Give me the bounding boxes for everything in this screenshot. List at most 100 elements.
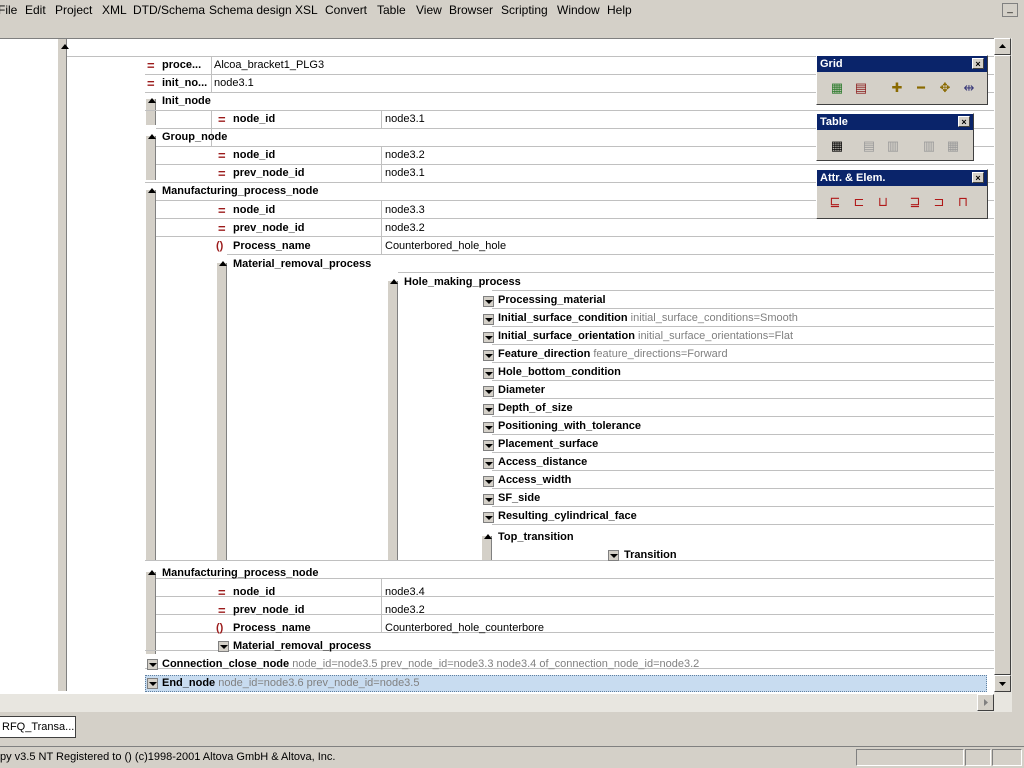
menu-project[interactable]: Project <box>55 3 92 17</box>
element-hmp-child[interactable]: Resulting_cylindrical_face <box>498 510 637 523</box>
element-mpn[interactable]: Manufacturing_process_node <box>162 567 318 580</box>
element-group-node[interactable]: Group_node <box>162 131 227 144</box>
attr-value[interactable]: node3.2 <box>385 149 425 162</box>
menu-xsl[interactable]: XSL <box>295 3 318 17</box>
menu-dtd-schema[interactable]: DTD/Schema <box>133 3 205 17</box>
element-name[interactable]: Process_name <box>233 240 311 253</box>
attr-value[interactable]: node3.1 <box>214 77 254 90</box>
menu-help[interactable]: Help <box>607 3 632 17</box>
attr-value[interactable]: node3.1 <box>385 113 425 126</box>
element-hmp-child[interactable]: SF_side <box>498 492 540 505</box>
tree-bar-mrp1[interactable] <box>216 263 227 560</box>
attr-name[interactable]: proce... <box>162 59 201 72</box>
collapse-icon[interactable] <box>60 42 70 52</box>
element-top-transition[interactable]: Top_transition <box>498 531 574 544</box>
append-attribute-icon[interactable]: ⊒ <box>907 194 923 210</box>
collapse-icon[interactable] <box>147 568 157 578</box>
menu-file[interactable]: File <box>0 3 17 17</box>
toolbar-title[interactable]: Table × <box>817 114 973 130</box>
attr-value[interactable]: node3.1 <box>385 167 425 180</box>
element-hmp-child[interactable]: Feature_direction feature_directions=For… <box>498 348 728 361</box>
element-mrp[interactable]: Material_removal_process <box>233 640 371 653</box>
table-icon[interactable]: ▦ <box>829 138 845 154</box>
collapse-icon[interactable] <box>218 259 228 269</box>
element-name[interactable]: Process_name <box>233 622 311 635</box>
scroll-down-button[interactable] <box>994 675 1011 692</box>
add-child-element-icon[interactable]: ⊔ <box>875 194 891 210</box>
expand-icon[interactable] <box>483 368 494 379</box>
add-icon[interactable]: ✚ <box>889 80 905 96</box>
element-hmp-child[interactable]: Depth_of_size <box>498 402 573 415</box>
minimize-icon[interactable]: _ <box>1002 3 1018 17</box>
remove-icon[interactable]: ━ <box>913 80 929 96</box>
element-init-node[interactable]: Init_node <box>162 95 211 108</box>
attr-value[interactable]: Alcoa_bracket1_PLG3 <box>214 59 324 72</box>
close-icon[interactable]: × <box>972 58 984 69</box>
element-mrp[interactable]: Material_removal_process <box>233 258 371 271</box>
element-connection-close-node[interactable]: Connection_close_node node_id=node3.5 pr… <box>162 658 699 671</box>
insert-element-icon[interactable]: ⊏ <box>851 194 867 210</box>
vertical-scrollbar[interactable] <box>994 38 1012 694</box>
attr-value[interactable]: node3.3 <box>385 204 425 217</box>
attr-name[interactable]: node_id <box>233 149 275 162</box>
element-hmp-child[interactable]: Access_distance <box>498 456 587 469</box>
close-icon[interactable]: × <box>972 172 984 183</box>
element-hmp-child[interactable]: Placement_surface <box>498 438 598 451</box>
expand-icon[interactable] <box>483 440 494 451</box>
element-hmp[interactable]: Hole_making_process <box>404 276 521 289</box>
menu-edit[interactable]: Edit <box>25 3 46 17</box>
attr-name[interactable]: prev_node_id <box>233 604 305 617</box>
attr-value[interactable]: node3.4 <box>385 586 425 599</box>
attr-name[interactable]: prev_node_id <box>233 222 305 235</box>
element-value[interactable]: Counterbored_hole_hole <box>385 240 506 253</box>
element-hmp-child[interactable]: Positioning_with_tolerance <box>498 420 641 433</box>
expand-icon[interactable] <box>147 678 158 689</box>
move-icon[interactable]: ✥ <box>937 80 953 96</box>
toolbar-title[interactable]: Grid × <box>817 56 987 72</box>
document-tab[interactable]: RFQ_Transa... <box>0 716 76 738</box>
element-mpn[interactable]: Manufacturing_process_node <box>162 185 318 198</box>
expand-icon[interactable] <box>483 476 494 487</box>
scroll-right-button[interactable] <box>977 694 994 711</box>
toolbar-title[interactable]: Attr. & Elem. × <box>817 170 987 186</box>
collapse-icon[interactable] <box>147 186 157 196</box>
element-hmp-child[interactable]: Initial_surface_condition initial_surfac… <box>498 312 798 325</box>
tree-bar-root[interactable] <box>57 39 67 691</box>
menu-scripting[interactable]: Scripting <box>501 3 548 17</box>
fit-width-icon[interactable]: ⇹ <box>961 80 977 96</box>
expand-icon[interactable] <box>483 314 494 325</box>
attr-name[interactable]: node_id <box>233 113 275 126</box>
grid-file-icon[interactable]: ▤ <box>853 80 869 96</box>
scroll-up-button[interactable] <box>994 38 1011 55</box>
expand-icon[interactable] <box>483 494 494 505</box>
attr-name[interactable]: node_id <box>233 204 275 217</box>
append-element-icon[interactable]: ⊑ <box>827 194 843 210</box>
tree-bar-mpn2[interactable] <box>145 572 156 654</box>
element-transition[interactable]: Transition <box>624 549 677 562</box>
attr-name[interactable]: prev_node_id <box>233 167 305 180</box>
expand-icon[interactable] <box>483 350 494 361</box>
expand-icon[interactable] <box>483 404 494 415</box>
element-hmp-child[interactable]: Initial_surface_orientation initial_surf… <box>498 330 793 343</box>
scroll-thumb[interactable] <box>994 55 1011 675</box>
element-hmp-child[interactable]: Diameter <box>498 384 545 397</box>
expand-icon[interactable] <box>483 458 494 469</box>
menu-browser[interactable]: Browser <box>449 3 493 17</box>
menu-convert[interactable]: Convert <box>325 3 367 17</box>
element-hmp-child[interactable]: Processing_material <box>498 294 606 307</box>
collapse-icon[interactable] <box>147 96 157 106</box>
expand-icon[interactable] <box>483 386 494 397</box>
attr-name[interactable]: init_no... <box>162 77 207 90</box>
menu-view[interactable]: View <box>416 3 442 17</box>
add-child-attribute-icon[interactable]: ⊓ <box>955 194 971 210</box>
expand-icon[interactable] <box>608 550 619 561</box>
expand-icon[interactable] <box>483 512 494 523</box>
tree-bar-mpn1[interactable] <box>145 190 156 560</box>
menu-schema-design[interactable]: Schema design <box>209 3 292 17</box>
element-hmp-child[interactable]: Hole_bottom_condition <box>498 366 621 379</box>
tree-bar-hmp[interactable] <box>387 281 398 560</box>
expand-icon[interactable] <box>147 659 158 670</box>
tree-bar-group-node[interactable] <box>145 136 156 180</box>
collapse-icon[interactable] <box>483 532 493 542</box>
close-icon[interactable]: × <box>958 116 970 127</box>
